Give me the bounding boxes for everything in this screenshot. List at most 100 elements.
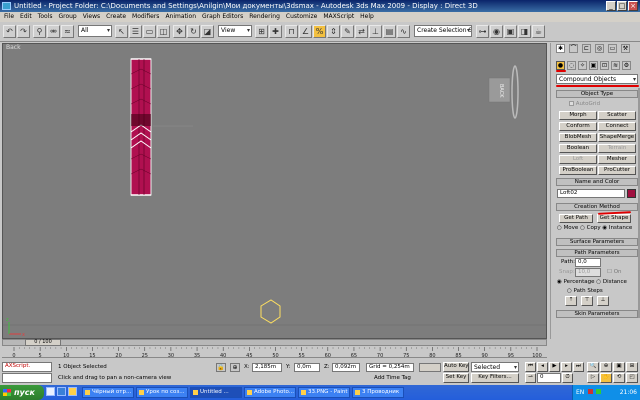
redo-icon[interactable]: ↷ [17, 25, 30, 38]
key-mode-dropdown[interactable]: Selected [471, 362, 519, 372]
menu-graph-editors[interactable]: Graph Editors [202, 12, 243, 22]
maxscript-input[interactable] [2, 373, 52, 383]
blobmesh-button[interactable]: BlobMesh [559, 133, 597, 142]
menu-tools[interactable]: Tools [38, 12, 53, 22]
pivot-center-icon[interactable]: ⊞ [255, 25, 268, 38]
current-frame-input[interactable]: 0 [537, 373, 561, 383]
task-item[interactable]: Adobe Photo... [244, 387, 296, 398]
play-icon[interactable]: ▶ [549, 362, 560, 372]
quick-render-icon[interactable]: ☕ [532, 25, 545, 38]
percent-snap-icon[interactable]: % [313, 25, 326, 38]
maximize-viewport-icon[interactable]: ◰ [626, 373, 638, 383]
spinner-snap-icon[interactable]: ⇕ [327, 25, 340, 38]
menu-modifiers[interactable]: Modifiers [132, 12, 159, 22]
create-tab-icon[interactable]: ✱ [556, 44, 565, 53]
edit-named-selection-icon[interactable]: ✎ [341, 25, 354, 38]
autogrid-checkbox[interactable] [569, 101, 574, 106]
mirror-icon[interactable]: ⇄ [355, 25, 368, 38]
path-params-rollout-header[interactable]: Path Parameters [556, 249, 638, 257]
time-slider[interactable]: 0 / 100 [2, 339, 547, 346]
pick-shape-icon[interactable]: ⇡ [565, 296, 577, 306]
boolean-button[interactable]: Boolean [559, 144, 597, 153]
maxscript-listener[interactable]: AXScript. [2, 362, 52, 372]
path-value-input[interactable]: 0,0 [575, 258, 601, 267]
path-steps-radio[interactable]: ○ [567, 288, 572, 294]
viewport-back[interactable]: Back x z BACK [2, 43, 547, 339]
field-of-view-icon[interactable]: ▷ [587, 373, 599, 383]
zoom-extents-icon[interactable]: ▣ [613, 362, 625, 372]
viewcube-label[interactable]: BACK [498, 84, 504, 98]
auto-key-button[interactable]: Auto Key [443, 362, 469, 372]
maximize-button[interactable]: □ [617, 1, 627, 11]
task-item[interactable]: Урок по соз... [136, 387, 188, 398]
loft-button[interactable]: Loft [559, 155, 597, 164]
copy-radio[interactable]: ○ [580, 225, 585, 231]
name-color-rollout-header[interactable]: Name and Color [556, 178, 638, 186]
lock-selection-icon[interactable]: 🔒 [216, 363, 226, 372]
show-desktop-icon[interactable] [46, 387, 55, 396]
language-indicator[interactable]: EN [576, 389, 584, 396]
task-item[interactable]: Чёрный отр... [82, 387, 134, 398]
go-to-start-icon[interactable]: ⏮ [525, 362, 536, 372]
skin-params-rollout-header[interactable]: Skin Parameters [556, 310, 638, 318]
go-to-end-icon[interactable]: ⏭ [573, 362, 584, 372]
z-coordinate-input[interactable]: 0,092m [332, 363, 360, 372]
set-key-button[interactable]: Set Key [443, 373, 469, 383]
helpers-icon[interactable]: ⊡ [600, 61, 609, 70]
minimize-button[interactable]: _ [606, 1, 616, 11]
named-selection-set-dropdown[interactable]: Create Selection Set [414, 25, 472, 37]
task-item-active[interactable]: Untitled ... [190, 387, 242, 398]
tray-icon[interactable] [588, 389, 594, 394]
time-config-icon[interactable]: ⏱ [562, 373, 573, 383]
y-coordinate-input[interactable]: 0,0m [294, 363, 320, 372]
mesher-button[interactable]: Mesher [598, 155, 636, 164]
next-frame-icon[interactable]: ▸ [561, 362, 572, 372]
zoom-icon[interactable]: 🔍 [587, 362, 599, 372]
morph-button[interactable]: Morph [559, 111, 597, 120]
select-object-icon[interactable]: ↖ [115, 25, 128, 38]
get-path-button[interactable]: Get Path [559, 214, 593, 223]
proboolean-button[interactable]: ProBoolean [559, 166, 597, 175]
absolute-mode-icon[interactable]: ⊕ [230, 363, 240, 372]
menu-animation[interactable]: Animation [165, 12, 196, 22]
select-manipulate-icon[interactable]: ✚ [269, 25, 282, 38]
key-mode-toggle-icon[interactable]: ⊸ [525, 373, 536, 383]
undo-icon[interactable]: ↶ [3, 25, 16, 38]
start-button[interactable]: пуск [0, 385, 44, 400]
unlink-icon[interactable]: ⚮ [47, 25, 60, 38]
selection-filter-dropdown[interactable]: All [78, 25, 112, 37]
select-and-scale-icon[interactable]: ◪ [201, 25, 214, 38]
category-dropdown[interactable]: Compound Objects [556, 74, 638, 84]
loft-object[interactable] [130, 58, 152, 196]
on-checkbox[interactable]: ☐ [607, 269, 612, 275]
prev-shape-icon[interactable]: ⊤ [581, 296, 593, 306]
key-mode-icon[interactable] [419, 363, 441, 372]
instance-radio[interactable]: ◉ [602, 225, 607, 231]
browser-icon[interactable] [57, 387, 66, 396]
pan-view-icon[interactable]: ✋ [600, 373, 612, 383]
curve-editor-icon[interactable]: ∿ [397, 25, 410, 38]
menu-group[interactable]: Group [58, 12, 76, 22]
menu-help[interactable]: Help [360, 12, 374, 22]
motion-tab-icon[interactable]: ◎ [595, 44, 604, 53]
display-tab-icon[interactable]: ▭ [608, 44, 617, 53]
window-crossing-icon[interactable]: ◫ [157, 25, 170, 38]
get-shape-button[interactable]: Get Shape [597, 214, 631, 223]
object-name-input[interactable]: Loft02 [557, 189, 625, 198]
procutter-button[interactable]: ProCutter [598, 166, 636, 175]
shapes-icon[interactable]: ◌ [567, 61, 576, 70]
snaps-toggle-icon[interactable]: ⊓ [285, 25, 298, 38]
orbit-icon[interactable]: ⟲ [613, 373, 625, 383]
rectangular-selection-icon[interactable]: ▭ [143, 25, 156, 38]
conform-button[interactable]: Conform [559, 122, 597, 131]
schematic-view-icon[interactable]: ⊶ [476, 25, 489, 38]
next-shape-icon[interactable]: ⊥ [597, 296, 609, 306]
menu-customize[interactable]: Customize [286, 12, 318, 22]
creation-method-rollout-header[interactable]: Creation Method [556, 203, 638, 211]
folder-icon[interactable] [68, 387, 77, 396]
task-item[interactable]: 33.PNG - Paint [298, 387, 350, 398]
menu-file[interactable]: File [4, 12, 14, 22]
tray-icon[interactable] [596, 389, 602, 394]
utilities-tab-icon[interactable]: ⚒ [621, 44, 630, 53]
percentage-radio[interactable]: ◉ [557, 279, 562, 285]
